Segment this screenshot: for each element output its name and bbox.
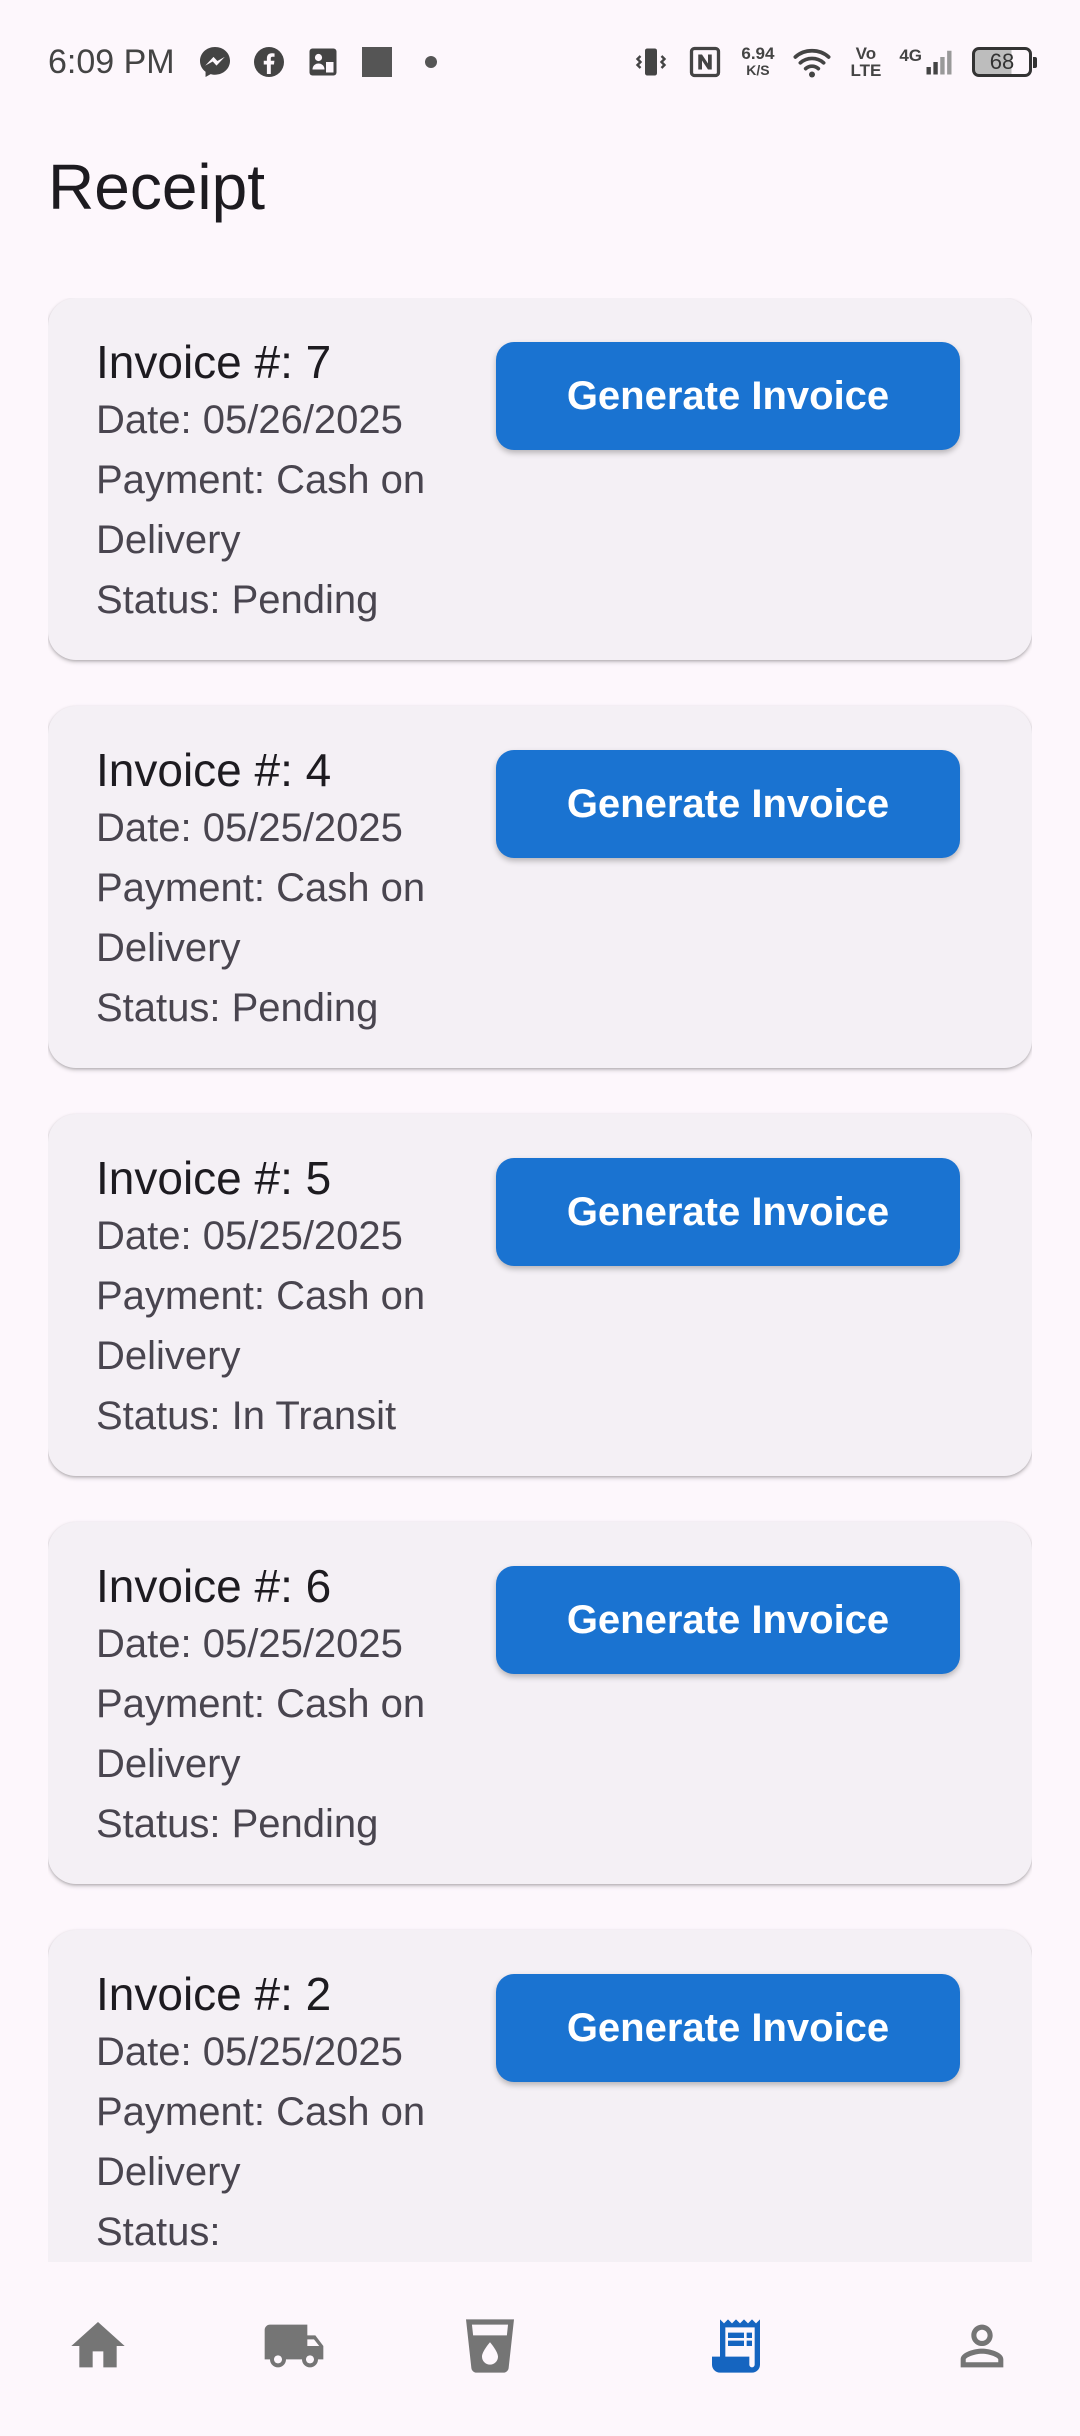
invoice-payment: Payment: Cash on	[96, 1682, 426, 1726]
cellular-indicator: 4G	[899, 47, 954, 77]
bottom-navigation	[0, 2262, 1080, 2436]
generate-invoice-button[interactable]: Generate Invoice	[496, 1566, 960, 1674]
generate-invoice-button[interactable]: Generate Invoice	[496, 750, 960, 858]
profile-icon	[950, 2314, 1014, 2378]
invoice-status: Status: Pending	[96, 986, 379, 1030]
invoice-payment-cont: Delivery	[96, 518, 241, 562]
status-bar-left: 6:09 PM	[48, 43, 449, 82]
invoice-payment-cont: Delivery	[96, 1742, 241, 1786]
invoice-card: Invoice #: 6 Date: 05/25/2025 Payment: C…	[48, 1522, 1032, 1884]
nav-water[interactable]	[454, 2310, 526, 2382]
invoice-payment-cont: Delivery	[96, 1334, 241, 1378]
invoice-number: Invoice #: 4	[96, 744, 332, 796]
truck-icon	[262, 2314, 326, 2378]
network-speed-value: 6.94	[741, 44, 775, 63]
invoice-payment: Payment: Cash on	[96, 866, 426, 910]
volte-indicator: Vo LTE	[850, 45, 881, 79]
invoice-status: Status: Pending	[96, 578, 379, 622]
network-type: 4G	[899, 46, 922, 65]
signal-icon	[924, 47, 954, 77]
generate-invoice-button[interactable]: Generate Invoice	[496, 1974, 960, 2082]
invoice-number: Invoice #: 5	[96, 1152, 332, 1204]
invoice-date: Date: 05/25/2025	[96, 1214, 403, 1258]
invoice-number: Invoice #: 6	[96, 1560, 332, 1612]
invoice-info: Invoice #: 7 Date: 05/26/2025 Payment: C…	[96, 334, 496, 630]
invoice-card: Invoice #: 4 Date: 05/25/2025 Payment: C…	[48, 706, 1032, 1068]
invoice-info: Invoice #: 6 Date: 05/25/2025 Payment: C…	[96, 1558, 496, 1854]
invoice-date: Date: 05/26/2025	[96, 398, 403, 442]
facebook-icon	[251, 44, 287, 80]
invoice-date: Date: 05/25/2025	[96, 806, 403, 850]
nfc-icon	[687, 44, 723, 80]
home-icon	[66, 2314, 130, 2378]
wifi-icon	[792, 42, 832, 82]
network-speed: 6.94 K/S	[741, 45, 774, 79]
square-notification-icon	[359, 44, 395, 80]
water-cup-icon	[458, 2314, 522, 2378]
status-bar: 6:09 PM 6.94 K/S Vo LTE 4G 68	[0, 0, 1080, 124]
receipt-icon	[704, 2314, 768, 2378]
invoice-info: Invoice #: 5 Date: 05/25/2025 Payment: C…	[96, 1150, 496, 1446]
invoice-payment-cont: Delivery	[96, 2150, 241, 2194]
generate-invoice-button[interactable]: Generate Invoice	[496, 1158, 960, 1266]
invoice-card: Invoice #: 5 Date: 05/25/2025 Payment: C…	[48, 1114, 1032, 1476]
vibrate-icon	[633, 44, 669, 80]
generate-invoice-button[interactable]: Generate Invoice	[496, 342, 960, 450]
nav-delivery[interactable]	[258, 2310, 330, 2382]
nav-home[interactable]	[62, 2310, 134, 2382]
invoice-card: Invoice #: 2 Date: 05/25/2025 Payment: C…	[48, 1930, 1032, 2262]
nav-receipt[interactable]	[700, 2310, 772, 2382]
invoice-date: Date: 05/25/2025	[96, 1622, 403, 1666]
invoice-status: Status: Pending	[96, 1802, 379, 1846]
facebook-page-icon	[305, 44, 341, 80]
nav-profile[interactable]	[946, 2310, 1018, 2382]
network-speed-unit: K/S	[746, 62, 770, 78]
invoice-list[interactable]: Invoice #: 7 Date: 05/26/2025 Payment: C…	[48, 298, 1032, 2262]
invoice-number: Invoice #: 7	[96, 336, 332, 388]
status-time: 6:09 PM	[48, 42, 175, 81]
invoice-info: Invoice #: 2 Date: 05/25/2025 Payment: C…	[96, 1966, 496, 2262]
invoice-payment: Payment: Cash on	[96, 458, 426, 502]
volte-bottom: LTE	[850, 61, 882, 80]
messenger-icon	[197, 44, 233, 80]
invoice-status: Status:	[96, 2210, 221, 2254]
dot-icon	[413, 44, 449, 80]
invoice-info: Invoice #: 4 Date: 05/25/2025 Payment: C…	[96, 742, 496, 1038]
invoice-card: Invoice #: 7 Date: 05/26/2025 Payment: C…	[48, 298, 1032, 660]
invoice-payment: Payment: Cash on	[96, 2090, 426, 2134]
status-bar-right: 6.94 K/S Vo LTE 4G 68	[633, 42, 1037, 82]
invoice-date: Date: 05/25/2025	[96, 2030, 403, 2074]
page-title: Receipt	[48, 151, 265, 223]
invoice-payment-cont: Delivery	[96, 926, 241, 970]
invoice-number: Invoice #: 2	[96, 1968, 332, 2020]
battery-level: 68	[989, 49, 1015, 74]
volte-top: Vo	[855, 44, 877, 63]
invoice-status: Status: In Transit	[96, 1394, 397, 1438]
invoice-payment: Payment: Cash on	[96, 1274, 426, 1318]
battery-indicator: 68	[972, 47, 1037, 77]
